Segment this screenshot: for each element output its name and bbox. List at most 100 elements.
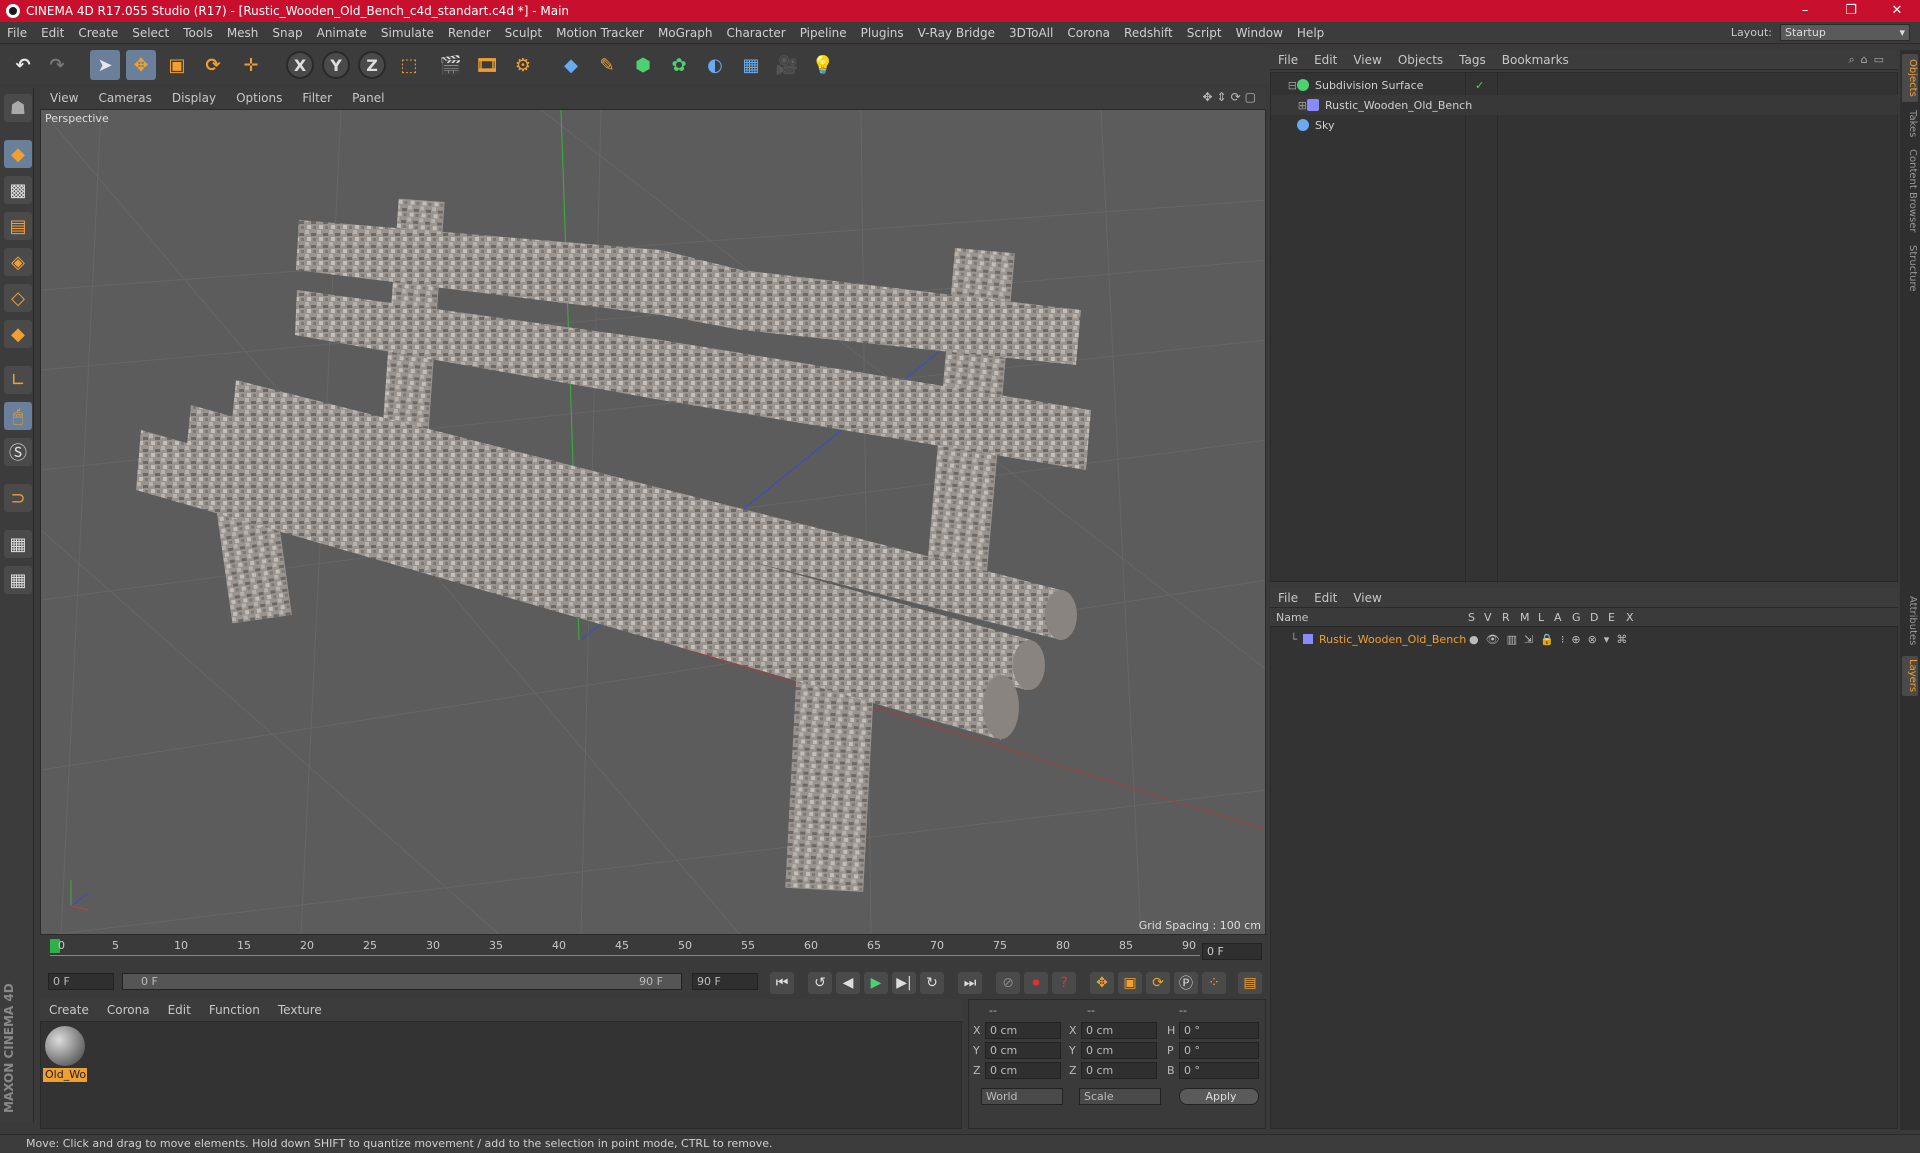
layer-col-solo[interactable]: S [1468,611,1475,624]
layer-toggle-icons[interactable]: ●👁▥⇲🔒⁝⊕⊗▾⌘ [1469,633,1634,646]
layer-col-render[interactable]: R [1502,611,1510,624]
workplane-lock-icon[interactable]: ▦ [4,530,32,558]
end-frame-field[interactable]: 90 F [692,973,758,990]
workplane-mode-icon[interactable]: ▤ [4,212,32,240]
cube-primitive-icon[interactable]: ◆ [556,50,586,80]
menu-edit[interactable]: Edit [34,26,71,40]
material-menu-function[interactable]: Function [200,1003,269,1017]
layer-col-deformers[interactable]: D [1590,611,1598,624]
timeline-window-icon[interactable]: ▤ [1238,972,1262,994]
model-mode-icon[interactable]: ◆ [4,140,32,168]
layer-col-name[interactable]: Name [1276,611,1308,624]
object-menu-view[interactable]: View [1345,53,1389,67]
bench-model[interactable] [136,198,1091,892]
subdivision-surface-icon[interactable]: ⬢ [628,50,658,80]
viewport-menu-cameras[interactable]: Cameras [88,91,161,105]
size-y-field[interactable]: 0 cm [1081,1042,1157,1059]
material-preview-sphere[interactable] [45,1026,85,1066]
viewport-menu-filter[interactable]: Filter [292,91,342,105]
current-frame-field[interactable]: 0 F [1202,943,1262,960]
render-settings-icon[interactable]: ⚙ [508,50,538,80]
go-to-start-icon[interactable]: ⏮ [770,972,794,994]
menu-motion-tracker[interactable]: Motion Tracker [549,26,651,40]
render-view-icon[interactable]: 🎬 [436,50,466,80]
menu-character[interactable]: Character [719,26,792,40]
layer-name[interactable]: Rustic_Wooden_Old_Bench [1319,633,1466,646]
minimize-button[interactable]: – [1782,0,1828,22]
restore-button[interactable]: ❐ [1828,0,1874,22]
play-icon[interactable]: ▶ [864,972,888,994]
object-name[interactable]: Subdivision Surface [1315,79,1423,92]
tweak-mode-icon[interactable]: 🖱 [4,402,32,430]
layer-menu-file[interactable]: File [1270,591,1306,605]
pen-spline-icon[interactable]: ✎ [592,50,622,80]
z-axis-lock-button[interactable]: Z [358,51,386,79]
material-menu-texture[interactable]: Texture [269,1003,331,1017]
coordinate-system-icon[interactable]: ⬚ [394,50,424,80]
object-row-bench[interactable]: ⊞ Rustic_Wooden_Old_Bench [1271,95,1899,115]
layer-col-locked[interactable]: L [1538,611,1544,624]
menu-mograph[interactable]: MoGraph [651,26,720,40]
layer-col-expressions[interactable]: E [1608,611,1615,624]
scale-mode-dropdown[interactable]: Scale [1079,1088,1161,1105]
layer-menu-edit[interactable]: Edit [1306,591,1345,605]
key-parameter-icon[interactable]: Ⓟ [1174,972,1198,994]
menu-render[interactable]: Render [441,26,498,40]
autokey-icon[interactable]: ⏺ [1024,972,1048,994]
scale-tool-icon[interactable]: ▣ [162,50,192,80]
menu-simulate[interactable]: Simulate [374,26,441,40]
timeline-ruler[interactable]: 0 5 10 15 20 25 30 35 40 45 50 55 60 65 … [50,939,1200,963]
object-row-subdivision-surface[interactable]: ⊟ Subdivision Surface ✓ [1271,75,1899,95]
key-rotation-icon[interactable]: ⟳ [1146,972,1170,994]
camera-icon[interactable]: 🎥 [772,50,802,80]
tab-objects[interactable]: Objects [1902,54,1918,102]
make-editable-icon[interactable]: ☗ [4,94,32,122]
position-y-field[interactable]: 0 cm [985,1042,1061,1059]
viewport-menu-panel[interactable]: Panel [342,91,394,105]
texture-mode-icon[interactable]: ▩ [4,176,32,204]
planar-workplane-icon[interactable]: ▦ [4,566,32,594]
rotation-h-field[interactable]: 0 ° [1179,1022,1259,1039]
light-icon[interactable]: 💡 [808,50,838,80]
move-tool-icon[interactable]: ✥ [126,50,156,80]
viewport-camera-label[interactable]: Perspective [45,112,109,125]
floor-icon[interactable]: ▦ [736,50,766,80]
rotation-p-field[interactable]: 0 ° [1179,1042,1259,1059]
object-row-sky[interactable]: Sky [1271,115,1899,135]
layer-col-manager[interactable]: M [1520,611,1530,624]
viewport-menu-view[interactable]: View [40,91,88,105]
material-menu-edit[interactable]: Edit [159,1003,200,1017]
tab-structure[interactable]: Structure [1902,240,1918,296]
material-menu-create[interactable]: Create [40,1003,98,1017]
menu-pipeline[interactable]: Pipeline [793,26,854,40]
menu-3dtoall[interactable]: 3DToAll [1002,26,1060,40]
menu-vray-bridge[interactable]: V-Ray Bridge [911,26,1002,40]
menu-create[interactable]: Create [71,26,125,40]
menu-plugins[interactable]: Plugins [854,26,911,40]
y-axis-lock-button[interactable]: Y [322,51,350,79]
menu-script[interactable]: Script [1180,26,1229,40]
menu-tools[interactable]: Tools [176,26,220,40]
next-frame-icon[interactable]: ▶| [892,972,916,994]
object-menu-edit[interactable]: Edit [1306,53,1345,67]
live-selection-icon[interactable]: ✛ [236,50,266,80]
axis-mode-icon[interactable]: ∟ [4,366,32,394]
3d-viewport[interactable]: Perspective Grid Spacing : 100 cm [40,109,1266,935]
rotation-b-field[interactable]: 0 ° [1179,1062,1259,1079]
menu-snap[interactable]: Snap [265,26,309,40]
layer-menu-view[interactable]: View [1345,591,1389,605]
redo-icon[interactable]: ↷ [42,50,72,80]
layer-color-swatch[interactable] [1303,634,1313,644]
menu-mesh[interactable]: Mesh [220,26,266,40]
timeline[interactable]: 0 5 10 15 20 25 30 35 40 45 50 55 60 65 … [40,937,1266,967]
deformer-icon[interactable]: ◐ [700,50,730,80]
object-menu-tags[interactable]: Tags [1451,53,1494,67]
object-name[interactable]: Sky [1315,119,1334,132]
position-x-field[interactable]: 0 cm [985,1022,1061,1039]
go-to-end-icon[interactable]: ⏭ [958,972,982,994]
size-z-field[interactable]: 0 cm [1081,1062,1157,1079]
material-menu-corona[interactable]: Corona [98,1003,159,1017]
layer-col-xref[interactable]: X [1626,611,1634,624]
tab-layers[interactable]: Layers [1902,656,1918,696]
menu-redshift[interactable]: Redshift [1117,26,1180,40]
